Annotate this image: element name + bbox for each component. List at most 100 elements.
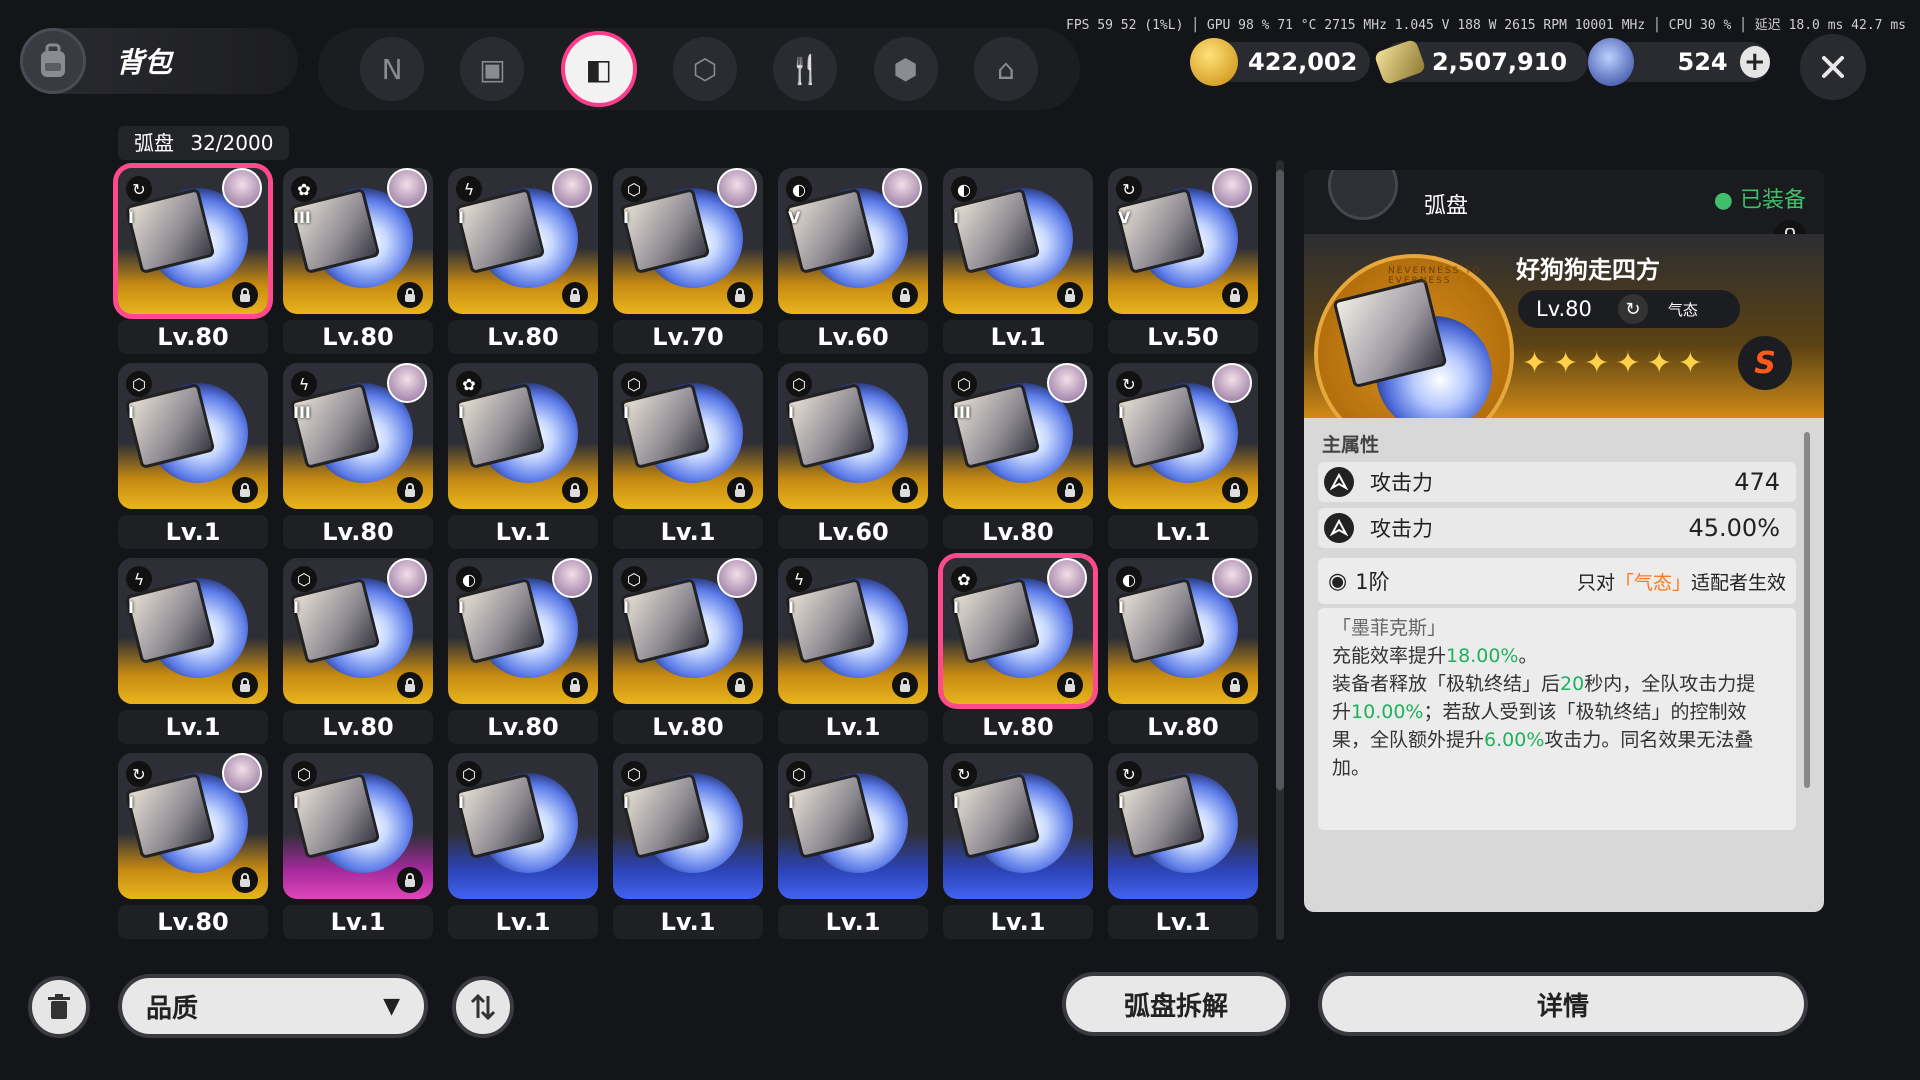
main-attr-title: 主属性 [1322, 434, 1380, 456]
sort-order-button[interactable] [452, 976, 514, 1038]
character-avatar [882, 168, 922, 208]
disc-card[interactable]: ✿ I Lv.1 [448, 363, 598, 553]
disc-card[interactable]: ⬡ I Lv.1 [448, 753, 598, 943]
disc-card[interactable]: ↻ I Lv.80 [118, 753, 268, 943]
lock-icon [1057, 282, 1083, 308]
disc-level: Lv.60 [778, 320, 928, 354]
disc-rank: I [953, 208, 959, 227]
details-button[interactable]: 详情 [1318, 972, 1808, 1036]
tab-disc-n-button[interactable]: N [360, 37, 425, 101]
disc-card[interactable]: ⬡ I Lv.1 [778, 753, 928, 943]
element-type-icon: ⬡ [786, 761, 812, 787]
disc-card[interactable]: ↻ I Lv.1 [943, 753, 1093, 943]
element-type-icon: ⬡ [621, 176, 647, 202]
quality-filter-dropdown[interactable]: 品质 ▼ [118, 974, 428, 1038]
dismantle-button[interactable]: 弧盘拆解 [1062, 972, 1290, 1036]
detail-attributes: 主属性 攻击力 474 攻击力 45.00% ◉ 1阶 只对「气态」适配者生效 … [1304, 418, 1824, 912]
disc-card[interactable]: ◐ I Lv.80 [448, 558, 598, 748]
character-avatar [552, 168, 592, 208]
disc-card[interactable]: ↻ V Lv.50 [1108, 168, 1258, 358]
character-avatar [387, 558, 427, 598]
element-type-icon: ↻ [126, 176, 152, 202]
disc-card-art: ϟI [778, 558, 928, 704]
disc-card[interactable]: ◐ V Lv.60 [778, 168, 928, 358]
disc-card[interactable]: ⬡ III Lv.80 [943, 363, 1093, 553]
disc-card[interactable]: ⬡ I Lv.80 [613, 558, 763, 748]
disc-category-icon [1328, 170, 1398, 220]
disc-count-label: 弧盘 [134, 131, 174, 155]
grid-scroll-thumb[interactable] [1276, 170, 1284, 790]
tab-house-button[interactable]: ⌂ [973, 37, 1038, 101]
disc-card-art: ⬡ I [778, 363, 928, 509]
tab-food-button[interactable]: 🍴 [773, 37, 838, 101]
disc-rank: I [953, 598, 959, 617]
element-type-icon: ✿ [456, 371, 482, 397]
disc-card[interactable]: ◐ I Lv.80 [1108, 558, 1258, 748]
close-button[interactable] [1800, 34, 1866, 100]
character-avatar [387, 168, 427, 208]
currency-ticket: 2,507,910 [1373, 38, 1588, 86]
add-crystal-button[interactable]: + [1739, 46, 1770, 78]
disc-card[interactable]: ↻ I Lv.1 [1108, 753, 1258, 943]
disc-card[interactable]: ⬡ I Lv.70 [613, 168, 763, 358]
disc-rank: I [623, 403, 629, 422]
tab-gameboy-button[interactable]: ▣ [460, 37, 525, 101]
backpack-icon [20, 28, 86, 94]
disc-card[interactable]: ϟ I Lv.1 [778, 558, 928, 748]
tier-label: 1阶 [1355, 570, 1390, 594]
disc-level: Lv.80 [943, 515, 1093, 549]
disc-rank: III [953, 403, 971, 422]
disc-card[interactable]: ⬡ I Lv.60 [778, 363, 928, 553]
gold-amount: 422,002 [1248, 48, 1358, 76]
disc-card[interactable]: ⬡ I Lv.1 [283, 753, 433, 943]
disc-level: Lv.1 [1108, 905, 1258, 939]
disc-rank: V [1118, 208, 1131, 227]
rank-s-badge: S [1738, 336, 1792, 390]
disc-rank: I [788, 403, 794, 422]
disc-card[interactable]: ϟ III Lv.80 [283, 363, 433, 553]
character-avatar [222, 753, 262, 793]
lock-icon [892, 477, 918, 503]
character-avatar [717, 558, 757, 598]
tab-box-button[interactable]: ⬢ [873, 37, 938, 101]
disc-card[interactable]: ⬡ I Lv.1 [613, 753, 763, 943]
element-type-icon: ◐ [456, 566, 482, 592]
disc-level: Lv.80 [1108, 710, 1258, 744]
disc-rank: I [293, 793, 299, 812]
disc-rank: I [458, 598, 464, 617]
element-type-icon: ⬡ [621, 761, 647, 787]
disc-card[interactable]: ⬡ I Lv.1 [118, 363, 268, 553]
disc-card[interactable]: ⬡ I Lv.1 [613, 363, 763, 553]
disc-card[interactable]: ✿ I Lv.80 [943, 558, 1093, 748]
restriction-key: 「气态」 [1614, 571, 1691, 594]
disc-level: Lv.80 [118, 905, 268, 939]
restriction-text: 只对「气态」适配者生效 [1577, 568, 1786, 595]
disc-card[interactable]: ↻ I Lv.80 [118, 168, 268, 358]
disc-card[interactable]: ϟ I Lv.1 [118, 558, 268, 748]
trash-button[interactable] [28, 976, 90, 1038]
element-type-icon: ↻ [1116, 176, 1142, 202]
detail-header: 弧盘 ● 已装备 [1304, 170, 1824, 252]
tab-cube-button[interactable]: ⬡ [672, 37, 737, 101]
ticket-icon [1373, 38, 1427, 86]
disc-card[interactable]: ↻ I Lv.1 [1108, 363, 1258, 553]
disc-card[interactable]: ϟ I Lv.80 [448, 168, 598, 358]
detail-scrollbar[interactable] [1804, 432, 1810, 788]
disc-card[interactable]: ◐ I Lv.1 [943, 168, 1093, 358]
disc-rank: I [788, 793, 794, 812]
sort-icon [470, 993, 496, 1021]
disc-rank: I [1118, 793, 1124, 812]
disc-card[interactable]: ⬡ I Lv.80 [283, 558, 433, 748]
tab-disc-button[interactable]: ◧ [560, 31, 637, 107]
category-tabs: N ▣ ◧ ⬡ 🍴 ⬢ ⌂ [318, 28, 1080, 110]
crystal-amount: 524 [1677, 48, 1728, 76]
disc-card-art: ↻ I [118, 168, 268, 314]
lock-icon [562, 477, 588, 503]
disc-level: Lv.80 [118, 320, 268, 354]
disc-card-art: ⬡ I [613, 558, 763, 704]
stat-row-atk-flat: 攻击力 474 [1318, 462, 1796, 502]
disc-card-art: ϟI [118, 558, 268, 704]
disc-rank: I [1118, 598, 1124, 617]
disc-card[interactable]: ✿ III Lv.80 [283, 168, 433, 358]
disc-level: Lv.1 [778, 710, 928, 744]
